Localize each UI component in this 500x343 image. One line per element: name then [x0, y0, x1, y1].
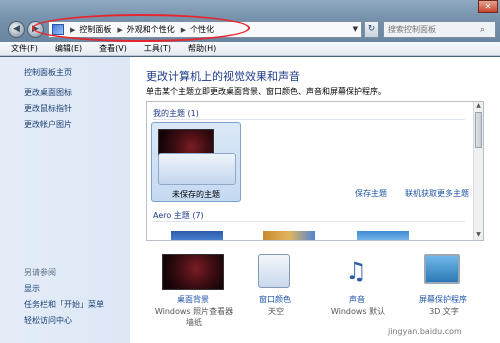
divider [153, 119, 465, 120]
search-box[interactable]: ⌕ [383, 21, 496, 38]
unsaved-theme-tile[interactable]: 未保存的主题 [151, 122, 241, 202]
menu-edit[interactable]: 编辑(E) [44, 43, 88, 54]
change-account-picture-link[interactable]: 更改帐户图片 [24, 119, 72, 130]
theme-color-swatch [158, 153, 236, 185]
get-more-themes-link[interactable]: 联机获取更多主题 [405, 188, 469, 199]
aero-theme-thumbnail[interactable] [357, 231, 409, 240]
address-bar[interactable]: ▶ 控制面板 ▶ 外观和个性化 ▶ 个性化 ▼ [48, 21, 362, 38]
desktop-background-value: Windows 照片查看器墙纸 [154, 307, 234, 327]
menu-file[interactable]: 文件(F) [0, 43, 44, 54]
left-task-pane: 控制面板主页 更改桌面图标 更改鼠标指针 更改帐户图片 另请参阅 显示 任务栏和… [0, 57, 130, 343]
see-also-heading: 另请参阅 [24, 268, 56, 277]
scroll-thumb[interactable] [475, 112, 482, 148]
monitor-icon [424, 254, 460, 284]
back-button[interactable]: ◀ [8, 21, 25, 38]
menu-help[interactable]: 帮助(H) [177, 43, 222, 54]
window-color-value: 天空 [268, 307, 284, 316]
close-button[interactable]: ✕ [478, 0, 498, 13]
watermark-text: jingyan.baidu.com [388, 327, 462, 336]
screen-saver-value: 3D 文字 [429, 307, 459, 316]
display-link[interactable]: 显示 [24, 283, 40, 294]
control-panel-icon [52, 24, 64, 35]
desktop-background-thumbnail [162, 254, 224, 290]
music-notes-icon: ♫ [345, 257, 367, 285]
chevron-right-icon: ▶ [180, 25, 187, 34]
main-content-pane: 更改计算机上的视觉效果和声音 单击某个主题立即更改桌面背景、窗口颜色、声音和屏幕… [130, 57, 500, 343]
control-panel-home-link[interactable]: 控制面板主页 [24, 67, 72, 78]
aero-themes-heading: Aero 主题 (7) [153, 211, 204, 220]
chevron-down-icon[interactable]: ▼ [353, 25, 358, 33]
search-input[interactable] [384, 25, 480, 34]
window-titlebar: ✕ ◀ ▶ ▶ 控制面板 ▶ 外观和个性化 ▶ 个性化 ▼ ↻ ⌕ [0, 0, 500, 42]
menu-tools[interactable]: 工具(T) [133, 43, 177, 54]
window-color-swatch [258, 254, 290, 288]
desktop-background-label[interactable]: 桌面背景 [158, 294, 228, 305]
sounds-value: Windows 默认 [330, 307, 386, 316]
taskbar-start-menu-link[interactable]: 任务栏和「开始」菜单 [24, 299, 104, 310]
ease-of-access-link[interactable]: 轻松访问中心 [24, 315, 72, 326]
screen-saver-label[interactable]: 屏幕保护程序 [408, 294, 478, 305]
scroll-down-icon[interactable]: ▼ [474, 231, 483, 240]
aero-theme-thumbnail[interactable] [171, 231, 223, 240]
scroll-up-icon[interactable]: ▲ [474, 102, 483, 111]
sounds-label[interactable]: 声音 [322, 294, 392, 305]
theme-list-scrollbar[interactable]: ▲ ▼ [473, 102, 483, 240]
chevron-right-icon: ▶ [117, 25, 123, 34]
change-mouse-pointers-link[interactable]: 更改鼠标指针 [24, 103, 72, 114]
breadcrumb-personalization[interactable]: 个性化 [190, 24, 214, 35]
breadcrumb-control-panel[interactable]: 控制面板 [79, 24, 111, 35]
chevron-right-icon: ▶ [70, 25, 76, 34]
theme-name-label: 未保存的主题 [172, 190, 220, 199]
page-title: 更改计算机上的视觉效果和声音 [146, 70, 300, 83]
menu-view[interactable]: 查看(V) [88, 43, 133, 54]
forward-button[interactable]: ▶ [27, 21, 44, 38]
refresh-button[interactable]: ↻ [364, 21, 379, 38]
change-desktop-icons-link[interactable]: 更改桌面图标 [24, 87, 72, 98]
save-theme-link[interactable]: 保存主题 [355, 188, 387, 199]
divider [153, 221, 465, 222]
page-description: 单击某个主题立即更改桌面背景、窗口颜色、声音和屏幕保护程序。 [146, 87, 386, 96]
theme-list: 我的主题 (1) 未保存的主题 保存主题 联机获取更多主题 Aero 主题 (7… [146, 101, 484, 241]
search-icon[interactable]: ⌕ [480, 25, 485, 35]
menu-bar: 文件(F) 编辑(E) 查看(V) 工具(T) 帮助(H) [0, 42, 500, 56]
window-color-label[interactable]: 窗口颜色 [240, 294, 310, 305]
aero-theme-thumbnail[interactable] [263, 231, 315, 240]
my-themes-heading: 我的主题 (1) [153, 109, 199, 118]
breadcrumb-appearance[interactable]: 外观和个性化 [127, 24, 175, 35]
